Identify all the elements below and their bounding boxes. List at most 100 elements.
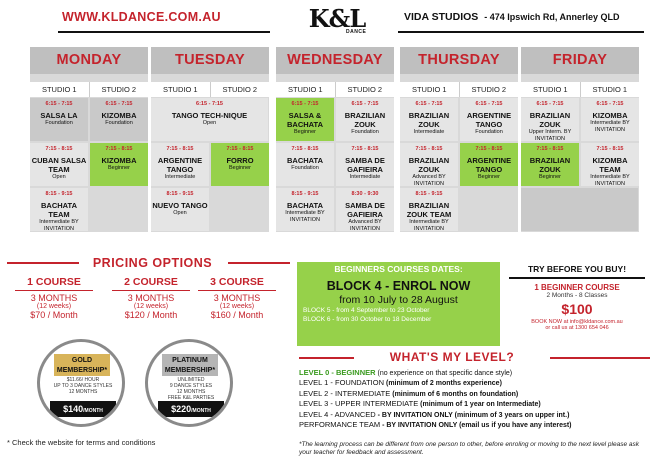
studio-label: STUDIO 2: [88, 82, 149, 97]
class-time: 7:15 - 8:15: [105, 146, 133, 152]
class-name: BRAZILIAN ZOUK TEAM: [406, 201, 452, 219]
level-item: PERFORMANCE TEAM - BY INVITATION ONLY (e…: [299, 420, 654, 430]
course-months: 3 MONTHS: [213, 293, 261, 303]
badge-title: PLATINUM MEMBERSHIP*: [162, 354, 218, 376]
levels-divider: [550, 357, 650, 359]
course-option: 1 COURSE 3 MONTHS (12 weeks) $70 / Month: [15, 276, 93, 320]
class-name: BACHATA: [287, 156, 323, 165]
badge-price-value: $140: [63, 404, 84, 414]
studio-header: STUDIO 1 STUDIO 2: [30, 82, 148, 97]
class-slot: 6:15 - 7:15 SALSA LA Foundation: [30, 98, 88, 141]
class-level: Open: [173, 210, 187, 216]
class-name: BACHATA: [287, 201, 323, 210]
level-desc: - BY INVITATION ONLY (email us if you ha…: [382, 422, 572, 430]
class-name: BRAZILIAN ZOUK: [529, 156, 571, 174]
day-name: FRIDAY: [521, 47, 639, 74]
level-item: LEVEL 4 - ADVANCED - BY INVITATION ONLY …: [299, 410, 654, 420]
class-grid: 6:15 - 7:15 SALSA LA Foundation 6:15 - 7:15…: [30, 97, 148, 232]
level-desc: (no experience on that specific dance st…: [377, 370, 513, 377]
class-name: ARGENTINE TANGO: [157, 156, 203, 174]
class-slot: 8:15 - 9:15 BACHATA TEAM Intermediate BY I…: [30, 188, 88, 232]
class-time: 6:15 - 7:15: [475, 101, 503, 107]
class-level: Beginner: [477, 174, 501, 180]
course-weeks: (12 weeks): [219, 303, 255, 310]
class-level: Foundation: [291, 165, 319, 171]
class-slot: 6:15 - 7:15 SALSA & BACHATA Beginner: [276, 98, 334, 141]
terms-note: * Check the website for terms and condit…: [7, 438, 156, 447]
class-level: Foundation: [105, 120, 133, 126]
day-column-monday: MONDAY STUDIO 1 STUDIO 2 6:15 - 7:15 SALSA L…: [30, 47, 148, 232]
class-name: ARGENTINE TANGO: [466, 111, 512, 129]
levels-list: LEVEL 0 - BEGINNER (no experience on tha…: [299, 368, 654, 430]
beginners-block: BLOCK 4 - ENROL NOW: [326, 279, 471, 293]
badge-price: $220/MONTH: [158, 401, 224, 417]
level-desc: (minimum of 1 year on Intermediate): [420, 401, 541, 409]
badge-price-value: $220: [171, 404, 192, 414]
day-column-thursday: THURSDAY STUDIO 1 STUDIO 2 6:15 - 7:15 BRAZI…: [400, 47, 518, 232]
badge-name: PLATINUM: [172, 357, 208, 364]
trial-course: 1 BEGINNER COURSE: [534, 283, 620, 292]
level-desc: - BY INVITATION ONLY (minimum of 3 years…: [377, 411, 570, 419]
course-price: $160 / Month: [210, 310, 264, 320]
class-slot: 6:15 - 7:15 KIZOMBA Foundation: [90, 98, 148, 141]
class-time: 8:15 - 9:15: [45, 191, 73, 197]
class-time: 6:15 - 7:15: [45, 101, 73, 107]
class-name: BACHATA TEAM: [41, 201, 77, 219]
class-name: KIZOMBA: [592, 111, 628, 120]
course-months: 3 MONTHS: [30, 293, 78, 303]
trial-divider: [509, 277, 645, 279]
kl-dance-logo: K&L DANCE: [306, 4, 368, 40]
trial-panel: 1 BEGINNER COURSE 2 Months - 8 Classes $…: [509, 283, 645, 331]
course-months: 3 MONTHS: [127, 293, 175, 303]
badge-lines: UNLIMITED 9 DANCE STYLES 12 MONTHS FREE …: [158, 377, 224, 401]
studio-label: STUDIO 2: [334, 82, 395, 97]
class-slot: 6:15 - 7:15 TANGO TECH-NIQUE Open: [151, 98, 268, 141]
class-time: 7:15 - 8:15: [226, 146, 254, 152]
pricing-divider: [228, 262, 290, 264]
levels-title: WHAT'S MY LEVEL?: [389, 350, 515, 364]
class-time: 6:15 - 7:15: [105, 101, 133, 107]
class-name: SAMBA DE GAFIEIRA: [345, 201, 385, 219]
badge-sub: MEMBERSHIP*: [164, 367, 216, 374]
studio-label: STUDIO 2: [209, 82, 270, 97]
level-desc: (minimum of 2 months experience): [385, 380, 502, 388]
class-slot: 7:15 - 8:15 ARGENTINE TANGO Intermediate: [151, 143, 209, 186]
class-name: BRAZILIAN ZOUK: [529, 111, 571, 129]
course-price: $70 / Month: [30, 310, 78, 320]
trial-title: TRY BEFORE YOU BUY!: [527, 264, 627, 274]
badge-title: GOLD MEMBERSHIP*: [54, 354, 110, 376]
day-column-tuesday: TUESDAY STUDIO 1 STUDIO 2 6:15 - 7:15 TANGO …: [151, 47, 269, 232]
class-level: Advanced BY INVITATION: [348, 219, 382, 232]
class-level: Foundation: [45, 120, 73, 126]
header-divider: [398, 31, 644, 33]
class-slot: 8:15 - 9:15 BACHATA Intermediate BY INVITA…: [276, 188, 334, 231]
class-slot: 7:15 - 8:15 ARGENTINE TANGO Beginner: [460, 143, 518, 186]
class-slot: 7:15 - 8:15 KIZOMBA Beginner: [90, 143, 148, 186]
class-level: Intermediate: [164, 174, 196, 180]
trial-detail: 2 Months - 8 Classes: [546, 292, 608, 299]
class-slot: 8:30 - 9:30 SAMBA DE GAFIEIRA Advanced BY …: [336, 188, 394, 232]
class-level: Foundation: [351, 129, 379, 135]
class-name: BRAZILIAN ZOUK: [408, 111, 450, 129]
class-level: Open: [52, 174, 66, 180]
studio-label: STUDIO 1: [579, 82, 640, 97]
class-level: Intermediate BY INVITATION: [590, 120, 630, 133]
level-item: LEVEL 2 - INTERMEDIATE (minimum of 6 mon…: [299, 389, 654, 399]
website-url[interactable]: WWW.KLDANCE.COM.AU: [62, 10, 221, 24]
class-slot: 6:15 - 7:15 BRAZILIAN ZOUK Upper Interm. B…: [521, 98, 579, 142]
trial-price: $100: [561, 301, 593, 317]
level-desc: (minimum of 6 months on foundation): [392, 390, 519, 398]
class-time: 6:15 - 7:15: [196, 101, 223, 107]
venue-name: VIDA STUDIOS: [404, 11, 479, 23]
studio-label: STUDIO 1: [41, 85, 77, 94]
day-name: TUESDAY: [151, 47, 269, 74]
class-time: 6:15 - 7:15: [536, 101, 564, 107]
class-level: Open: [202, 120, 217, 126]
class-name: FORRO: [226, 156, 254, 165]
trial-phone[interactable]: or call us at 1300 654 046: [509, 325, 645, 331]
badge-lines: $11.66/ HOUR UP TO 3 DANCE STYLES 12 MON…: [50, 377, 116, 395]
day-name: THURSDAY: [400, 47, 518, 74]
class-slot: 7:15 - 8:15 FORRO Beginner: [211, 143, 269, 186]
studio-label: STUDIO 1: [287, 85, 323, 94]
class-level: Beginner: [538, 174, 562, 180]
